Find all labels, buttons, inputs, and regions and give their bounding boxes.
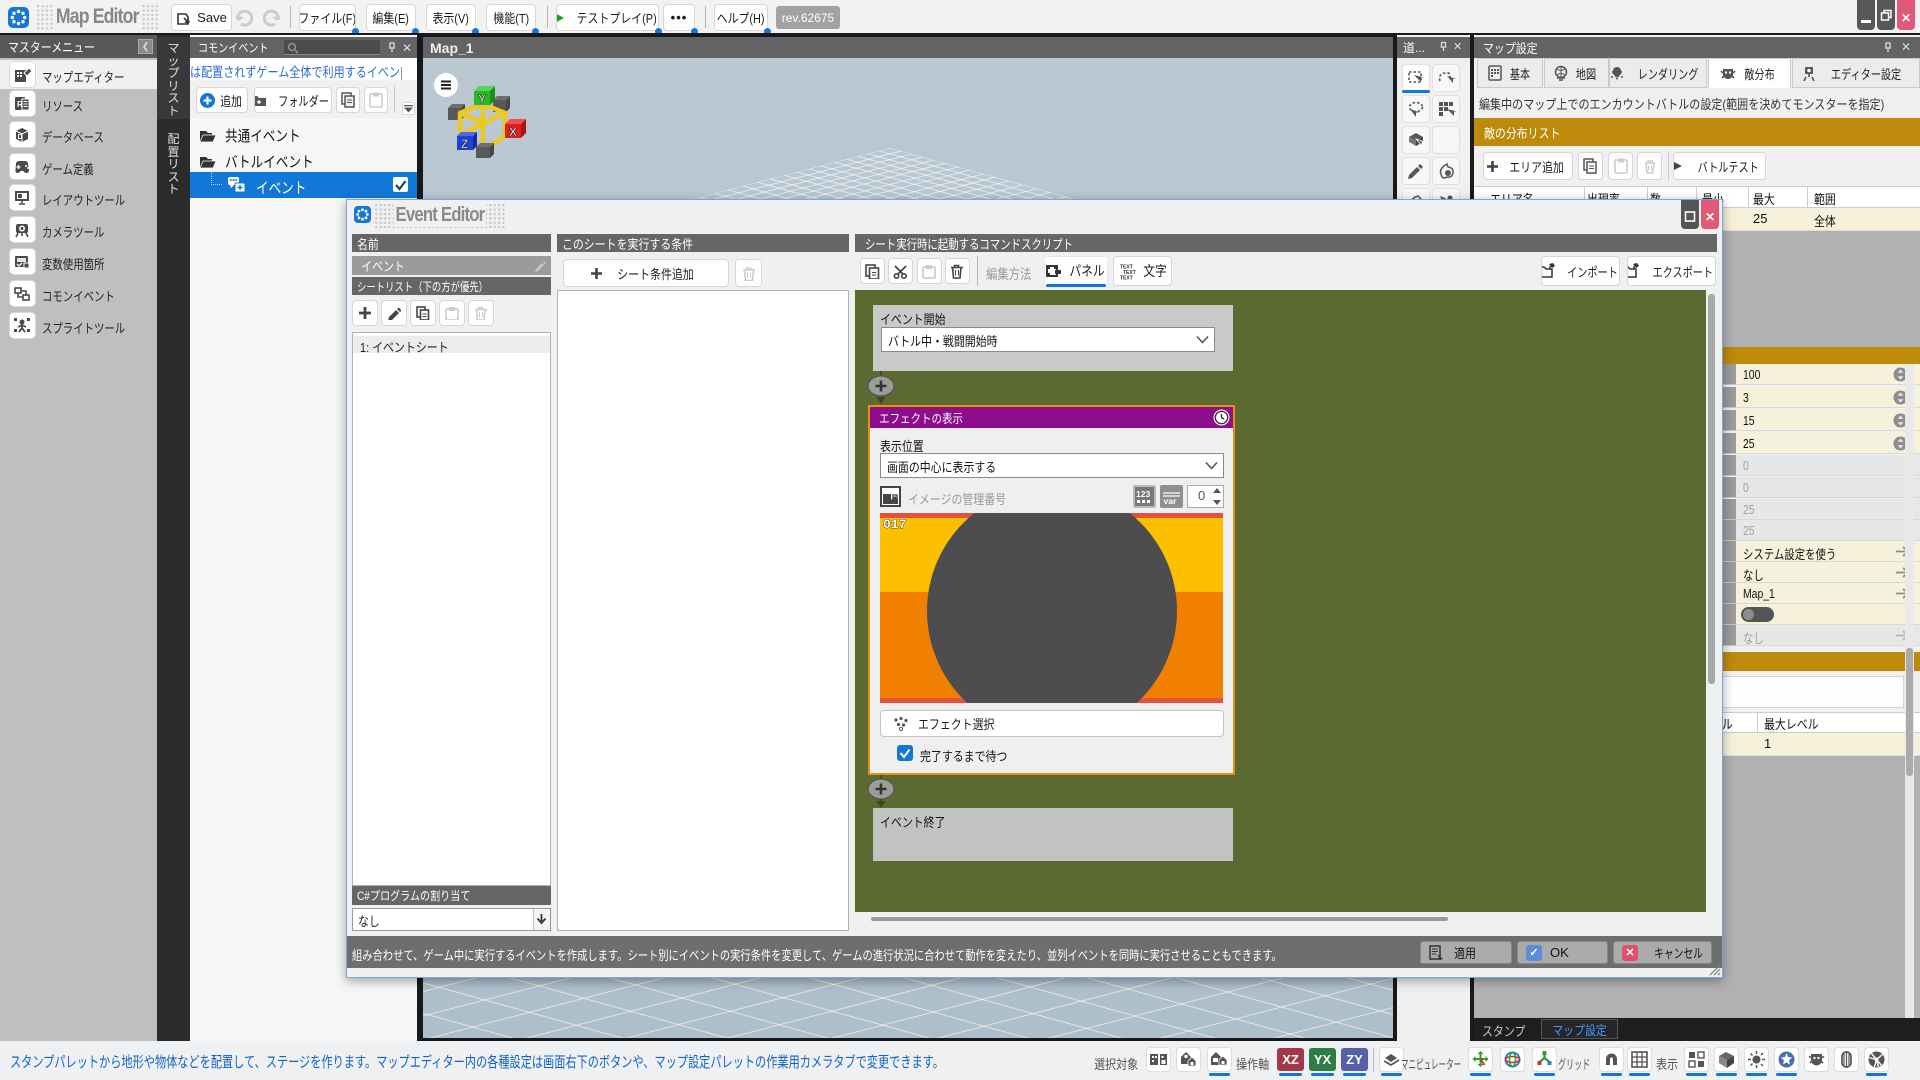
svg-text:123: 123 (1136, 489, 1150, 499)
svg-text:Z: Z (461, 137, 468, 151)
svg-text:TEXT: TEXT (1120, 275, 1133, 280)
svg-text:X: X (509, 125, 517, 139)
svg-text:var: var (1164, 496, 1177, 505)
svg-text:017: 017 (883, 517, 906, 532)
svg-text:D: D (18, 134, 23, 141)
svg-text:Y: Y (478, 92, 486, 106)
